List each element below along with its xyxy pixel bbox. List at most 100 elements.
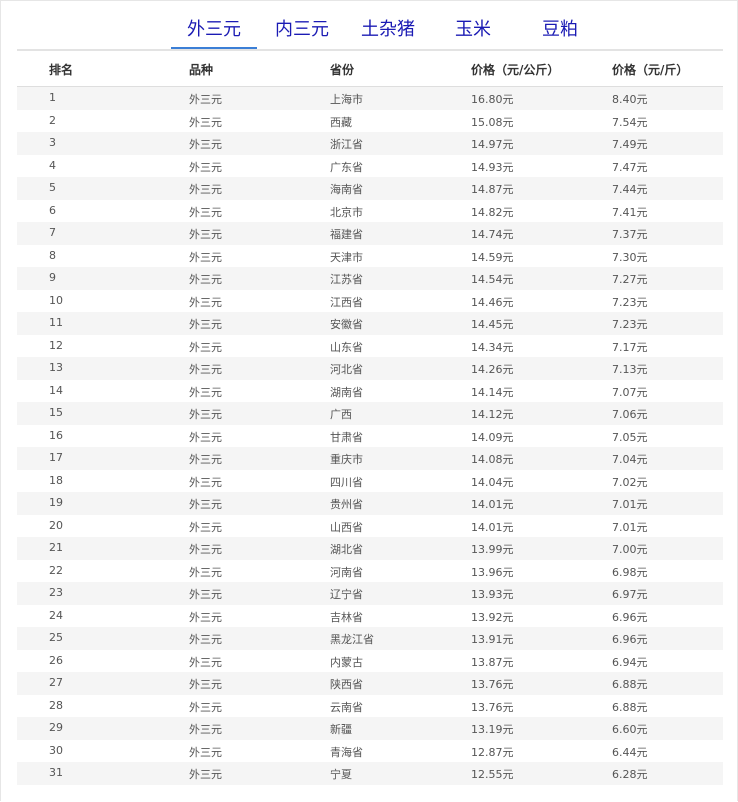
- cell-province: 北京市: [330, 205, 363, 219]
- cell-province: 陕西省: [330, 678, 363, 691]
- cell-rank: 21: [49, 541, 63, 554]
- cell-price-per-jin: 7.17元: [612, 340, 648, 354]
- cell-variety: 外三元: [189, 723, 222, 736]
- cell-price-per-kg: 14.08元: [471, 453, 514, 466]
- cell-price-per-jin: 7.41元: [612, 205, 648, 219]
- table-row: 22 外三元 河南省 13.96元 6.98元: [17, 559, 723, 582]
- cell-price-per-kg: 13.96元: [471, 565, 514, 579]
- table-row: 21 外三元 湖北省 13.99元 7.00元: [17, 537, 723, 560]
- table-header: 排名 品种 省份 价格（元/公斤） 价格（元/斤）: [17, 51, 723, 87]
- cell-province: 广东省: [330, 160, 363, 174]
- cell-price-per-kg: 13.92元: [471, 610, 514, 624]
- tab-yu-mi[interactable]: 玉米: [445, 15, 501, 49]
- cell-rank: 16: [49, 428, 63, 442]
- cell-province: 新疆: [330, 723, 352, 736]
- cell-rank: 11: [49, 316, 63, 329]
- cell-price-per-jin: 7.23元: [612, 318, 648, 331]
- tab-tu-za-zhu[interactable]: 土杂猪: [349, 15, 427, 49]
- cell-variety: 外三元: [189, 565, 222, 579]
- cell-province: 云南省: [330, 700, 363, 714]
- cell-price-per-jin: 6.98元: [612, 565, 648, 579]
- cell-variety: 外三元: [189, 318, 222, 331]
- price-panel: 外三元 内三元 土杂猪 玉米 豆粕 排名 品种 省份 价格（元/公斤） 价格（元…: [0, 0, 738, 801]
- table-row: 6 外三元 北京市 14.82元 7.41元: [17, 199, 723, 222]
- cell-price-per-kg: 14.93元: [471, 160, 514, 174]
- cell-price-per-jin: 7.04元: [612, 453, 648, 466]
- cell-price-per-jin: 7.37元: [612, 228, 648, 241]
- table-row: 27 外三元 陕西省 13.76元 6.88元: [17, 672, 723, 695]
- cell-price-per-jin: 6.60元: [612, 723, 648, 736]
- table-row: 19 外三元 贵州省 14.01元 7.01元: [17, 492, 723, 515]
- cell-price-per-kg: 15.08元: [471, 115, 514, 129]
- cell-variety: 外三元: [189, 633, 222, 646]
- table-row: 15 外三元 广西 14.12元 7.06元: [17, 402, 723, 425]
- cell-price-per-jin: 7.30元: [612, 250, 648, 264]
- cell-variety: 外三元: [189, 543, 222, 556]
- cell-province: 甘肃省: [330, 430, 363, 444]
- cell-variety: 外三元: [189, 655, 222, 669]
- cell-variety: 外三元: [189, 160, 222, 174]
- cell-province: 上海市: [330, 93, 363, 106]
- cell-rank: 4: [49, 158, 56, 172]
- cell-rank: 26: [49, 653, 63, 667]
- cell-province: 河南省: [330, 565, 363, 579]
- tab-bar: 外三元 内三元 土杂猪 玉米 豆粕: [17, 1, 723, 51]
- cell-variety: 外三元: [189, 475, 222, 489]
- cell-province: 广西: [330, 408, 352, 421]
- tab-dou-po[interactable]: 豆粕: [532, 15, 588, 49]
- table-row: 14 外三元 湖南省 14.14元 7.07元: [17, 379, 723, 402]
- cell-province: 青海省: [330, 745, 363, 759]
- cell-price-per-kg: 14.09元: [471, 430, 514, 444]
- tab-wai-san-yuan[interactable]: 外三元: [171, 15, 257, 49]
- cell-price-per-jin: 7.54元: [612, 115, 648, 129]
- cell-variety: 外三元: [189, 700, 222, 714]
- cell-province: 湖北省: [330, 543, 363, 556]
- table-row: 9 外三元 江苏省 14.54元 7.27元: [17, 267, 723, 290]
- table-row: 11 外三元 安徽省 14.45元 7.23元: [17, 312, 723, 335]
- table-row: 7 外三元 福建省 14.74元 7.37元: [17, 222, 723, 245]
- cell-price-per-jin: 6.44元: [612, 745, 648, 759]
- cell-rank: 8: [49, 248, 56, 262]
- cell-province: 湖南省: [330, 385, 363, 399]
- tab-nei-san-yuan[interactable]: 内三元: [263, 15, 341, 49]
- header-price-per-jin: 价格（元/斤）: [612, 63, 689, 77]
- cell-rank: 12: [49, 338, 63, 352]
- cell-price-per-kg: 14.82元: [471, 205, 514, 219]
- cell-province: 西藏: [330, 115, 352, 129]
- cell-variety: 外三元: [189, 588, 222, 601]
- cell-rank: 6: [49, 203, 56, 217]
- cell-rank: 25: [49, 631, 63, 644]
- table-row: 12 外三元 山东省 14.34元 7.17元: [17, 334, 723, 357]
- cell-province: 辽宁省: [330, 588, 363, 601]
- cell-rank: 19: [49, 496, 63, 509]
- table-row: 20 外三元 山西省 14.01元 7.01元: [17, 514, 723, 537]
- cell-price-per-jin: 6.96元: [612, 633, 648, 646]
- cell-price-per-kg: 14.01元: [471, 520, 514, 534]
- cell-rank: 17: [49, 451, 63, 464]
- header-price-per-kg: 价格（元/公斤）: [471, 63, 560, 77]
- table-row: 17 外三元 重庆市 14.08元 7.04元: [17, 447, 723, 470]
- cell-province: 吉林省: [330, 610, 363, 624]
- cell-province: 宁夏: [330, 768, 352, 781]
- cell-rank: 20: [49, 518, 63, 532]
- cell-variety: 外三元: [189, 250, 222, 264]
- cell-price-per-kg: 14.26元: [471, 363, 514, 376]
- cell-price-per-jin: 7.13元: [612, 363, 648, 376]
- cell-rank: 27: [49, 676, 63, 689]
- cell-variety: 外三元: [189, 273, 222, 286]
- cell-province: 福建省: [330, 228, 363, 241]
- cell-rank: 9: [49, 271, 56, 284]
- cell-variety: 外三元: [189, 498, 222, 511]
- cell-rank: 14: [49, 383, 63, 397]
- cell-province: 内蒙古: [330, 655, 363, 669]
- cell-rank: 7: [49, 226, 56, 239]
- table-row: 30 外三元 青海省 12.87元 6.44元: [17, 739, 723, 762]
- cell-rank: 13: [49, 361, 63, 374]
- cell-price-per-kg: 14.01元: [471, 498, 514, 511]
- cell-province: 河北省: [330, 363, 363, 376]
- table-row: 2 外三元 西藏 15.08元 7.54元: [17, 109, 723, 132]
- table-row: 4 外三元 广东省 14.93元 7.47元: [17, 154, 723, 177]
- cell-price-per-jin: 7.07元: [612, 385, 648, 399]
- cell-province: 四川省: [330, 475, 363, 489]
- cell-rank: 3: [49, 136, 56, 149]
